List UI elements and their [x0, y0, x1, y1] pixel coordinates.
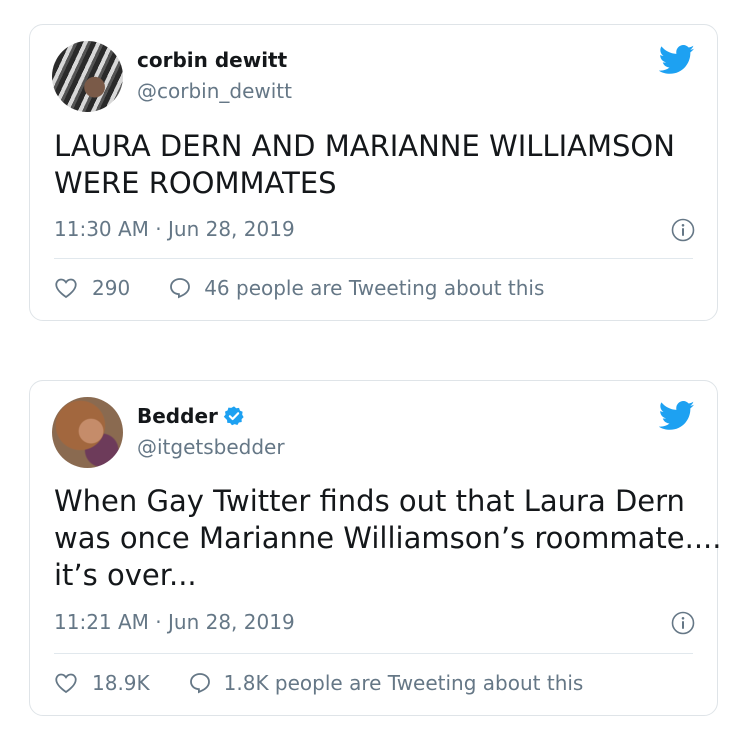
tweet-text-line: LAURA DERN AND MARIANNE WILLIAMSON [54, 129, 675, 163]
like-count[interactable]: 18.9K [92, 671, 150, 695]
tweet-card[interactable]: Bedder @itgetsbedder When Gay Twitter fi… [29, 380, 722, 716]
verified-badge-icon [223, 406, 244, 426]
tweet-card[interactable]: corbin dewitt @corbin_dewitt LAURA DERN … [29, 24, 718, 321]
author-name-row: corbin dewitt [137, 48, 287, 72]
tweet-timestamp[interactable]: 11:21 AM · Jun 28, 2019 [54, 610, 295, 634]
author-name[interactable]: Bedder [137, 404, 218, 428]
tweet-timestamp[interactable]: 11:30 AM · Jun 28, 2019 [54, 217, 295, 241]
tweet-text-line: WERE ROOMMATES [54, 166, 337, 200]
twitter-bird-icon[interactable] [659, 45, 695, 75]
author-name[interactable]: corbin dewitt [137, 48, 287, 72]
heart-icon[interactable] [54, 276, 78, 300]
tweet-actions: 18.9K 1.8K people are Tweeting about thi… [54, 671, 583, 695]
tweet-text-line: When Gay Twitter finds out that Laura De… [54, 484, 685, 518]
conversation-link[interactable]: 46 people are Tweeting about this [204, 276, 544, 300]
tweet-text-line: it’s over... [54, 558, 197, 592]
info-icon[interactable] [671, 611, 695, 635]
like-count[interactable]: 290 [92, 276, 130, 300]
tweet-text: When Gay Twitter finds out that Laura De… [54, 483, 722, 594]
avatar[interactable] [52, 41, 123, 112]
divider [54, 653, 693, 654]
heart-icon[interactable] [54, 671, 78, 695]
conversation-link[interactable]: 1.8K people are Tweeting about this [224, 671, 584, 695]
tweet-text: LAURA DERN AND MARIANNE WILLIAMSON WERE … [54, 128, 694, 202]
speech-bubble-icon[interactable] [168, 276, 192, 300]
avatar[interactable] [52, 397, 123, 468]
divider [54, 258, 693, 259]
author-handle[interactable]: @itgetsbedder [137, 435, 285, 459]
author-name-row: Bedder [137, 404, 245, 428]
author-handle[interactable]: @corbin_dewitt [137, 79, 292, 103]
tweet-text-line: was once Marianne Williamson’s roommate.… [54, 521, 722, 555]
speech-bubble-icon[interactable] [188, 671, 212, 695]
twitter-bird-icon[interactable] [659, 401, 695, 431]
tweet-actions: 290 46 people are Tweeting about this [54, 276, 544, 300]
info-icon[interactable] [671, 218, 695, 242]
